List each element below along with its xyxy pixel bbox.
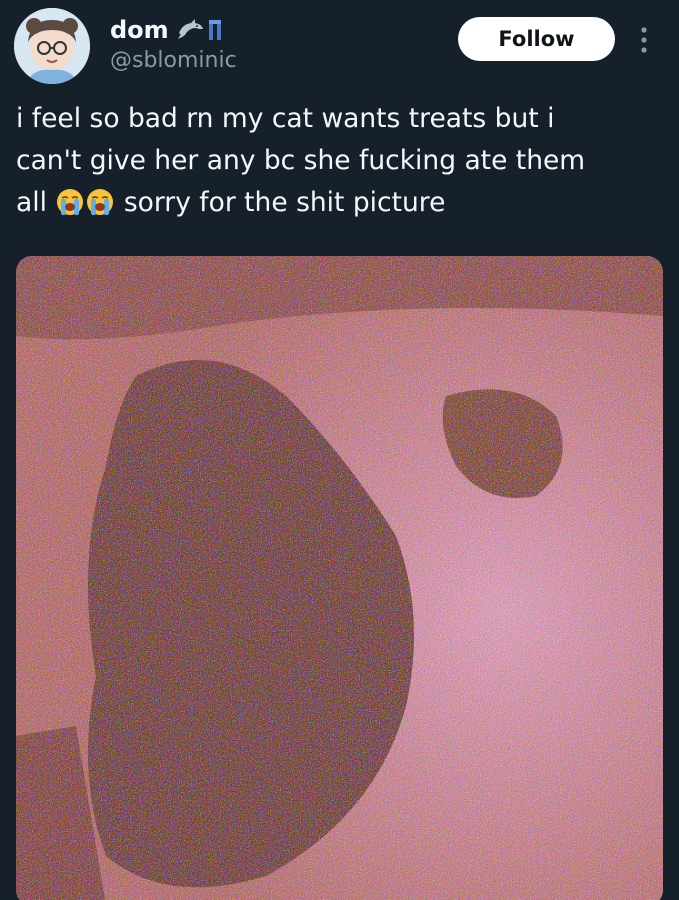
loudly-crying-face-emoji-icon bbox=[57, 189, 84, 215]
name-emojis bbox=[177, 18, 225, 42]
more-options-button[interactable] bbox=[634, 22, 654, 58]
tweet-media-image[interactable] bbox=[16, 256, 663, 900]
tweet-text-line-1: i feel so bad rn my cat wants treats but… bbox=[16, 103, 555, 134]
follow-button[interactable]: Follow bbox=[458, 17, 615, 61]
avatar-icon bbox=[14, 8, 90, 84]
tweet-text-line-2: can't give her any bc she fucking ate th… bbox=[16, 145, 586, 176]
tweet-text-line-3-end: sorry for the shit picture bbox=[123, 187, 446, 218]
author-name-row: dom bbox=[110, 12, 225, 48]
author-handle[interactable]: @sblominic bbox=[110, 48, 237, 73]
loudly-crying-face-emoji-icon bbox=[87, 189, 114, 215]
tweet-text: i feel so bad rn my cat wants treats but… bbox=[16, 98, 666, 224]
noisy-cat-photo bbox=[16, 256, 663, 900]
avatar[interactable] bbox=[14, 8, 90, 84]
dolphin-emoji-icon bbox=[177, 19, 203, 39]
sparkle-emoji-icon bbox=[208, 20, 221, 40]
tweet-text-line-3: all sorry for the shit picture bbox=[16, 182, 666, 224]
more-vertical-icon bbox=[641, 27, 647, 53]
tweet-text-line-3-start: all bbox=[16, 187, 47, 218]
author-display-name[interactable]: dom bbox=[110, 16, 169, 44]
